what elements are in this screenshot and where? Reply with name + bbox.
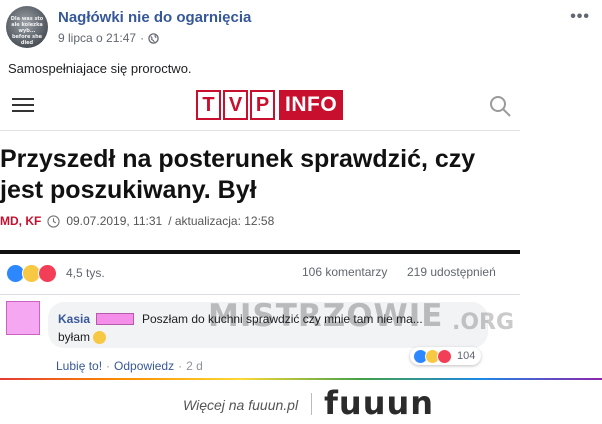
comment-bubble: MISTRZOWIE .ORG Kasia Poszłam do kuchni … [48, 298, 514, 348]
article-screenshot[interactable]: T V P INFO Przyszedł na posterunek spraw… [0, 84, 520, 254]
love-reaction-icon [437, 348, 452, 364]
globe-icon [148, 32, 159, 44]
article-headline: Przyszedł na posterunek sprawdzić, czy j… [0, 145, 476, 204]
fuuun-logo[interactable]: fuuun [324, 384, 434, 422]
avatar-caption: Dla was sto ale kolezka wyb... before sh… [10, 16, 44, 46]
comment-reaction-count: 104 [457, 350, 476, 362]
article-published: 09.07.2019, 11:31 [66, 214, 163, 228]
comments-count-link[interactable]: 106 komentarzy [302, 265, 387, 279]
action-separator: · [178, 359, 183, 373]
group-avatar[interactable]: Dla was sto ale kolezka wyb... before sh… [6, 6, 48, 48]
comment-text-line2: byłam [58, 330, 91, 344]
footer-rainbow-divider [0, 378, 602, 380]
logo-letter-v: V [223, 90, 248, 120]
commenter-avatar[interactable] [6, 301, 40, 335]
reactions-bar: 4,5 tys. 106 komentarzy 219 udostępnień [0, 260, 520, 284]
laughing-emoji-icon [93, 330, 107, 344]
reaction-count[interactable]: 4,5 tys. [66, 266, 105, 280]
footer-more-link[interactable]: Więcej na fuuun.pl [183, 397, 298, 413]
article-updated: / aktualizacja: 12:58 [168, 214, 275, 228]
article-authors: MD, KF [0, 214, 42, 228]
post-meta: 9 lipca o 21:47 · [58, 31, 159, 45]
comment-text: Poszłam do kuchni sprawdzić czy mnie tam… [142, 312, 423, 326]
love-reaction-icon [38, 264, 57, 283]
divider [0, 294, 520, 295]
divider [0, 250, 520, 254]
post-header: Dla was sto ale kolezka wyb... before sh… [6, 6, 596, 54]
search-icon [490, 96, 511, 117]
divider [0, 130, 520, 131]
comment-author-link[interactable]: Kasia [58, 312, 90, 326]
reaction-icons[interactable] [6, 264, 57, 283]
reply-link[interactable]: Odpowiedz [114, 359, 174, 373]
redacted-surname [96, 313, 134, 325]
post-text: Samospełniajace się proroctwo. [8, 61, 192, 76]
action-separator: · [106, 359, 111, 373]
hamburger-menu-icon [12, 98, 34, 112]
article-byline: MD, KF 09.07.2019, 11:31 / aktualizacja:… [0, 214, 274, 228]
logo-letter-p: P [250, 90, 275, 120]
shares-count-link[interactable]: 219 udostępnień [407, 265, 496, 279]
like-comment-link[interactable]: Lubię to! [56, 359, 102, 373]
post-date-link[interactable]: 9 lipca o 21:47 [58, 31, 136, 45]
watermark-suffix: .ORG [452, 310, 515, 335]
tvp-info-logo: T V P INFO [196, 90, 344, 120]
more-options-icon[interactable]: ••• [570, 8, 590, 26]
comment-actions: Lubię to! · Odpowiedz · 2 d [56, 359, 203, 373]
meta-separator: · [140, 31, 145, 45]
footer-divider [311, 393, 312, 415]
logo-info: INFO [279, 90, 344, 120]
group-name-link[interactable]: Nagłówki nie do ogarnięcia [58, 9, 251, 26]
comment-text-continued: byłam [58, 330, 107, 344]
comment-age[interactable]: 2 d [186, 359, 203, 373]
clock-icon [47, 214, 60, 228]
comment-reactions[interactable]: 104 [410, 347, 482, 365]
logo-letter-t: T [196, 90, 221, 120]
